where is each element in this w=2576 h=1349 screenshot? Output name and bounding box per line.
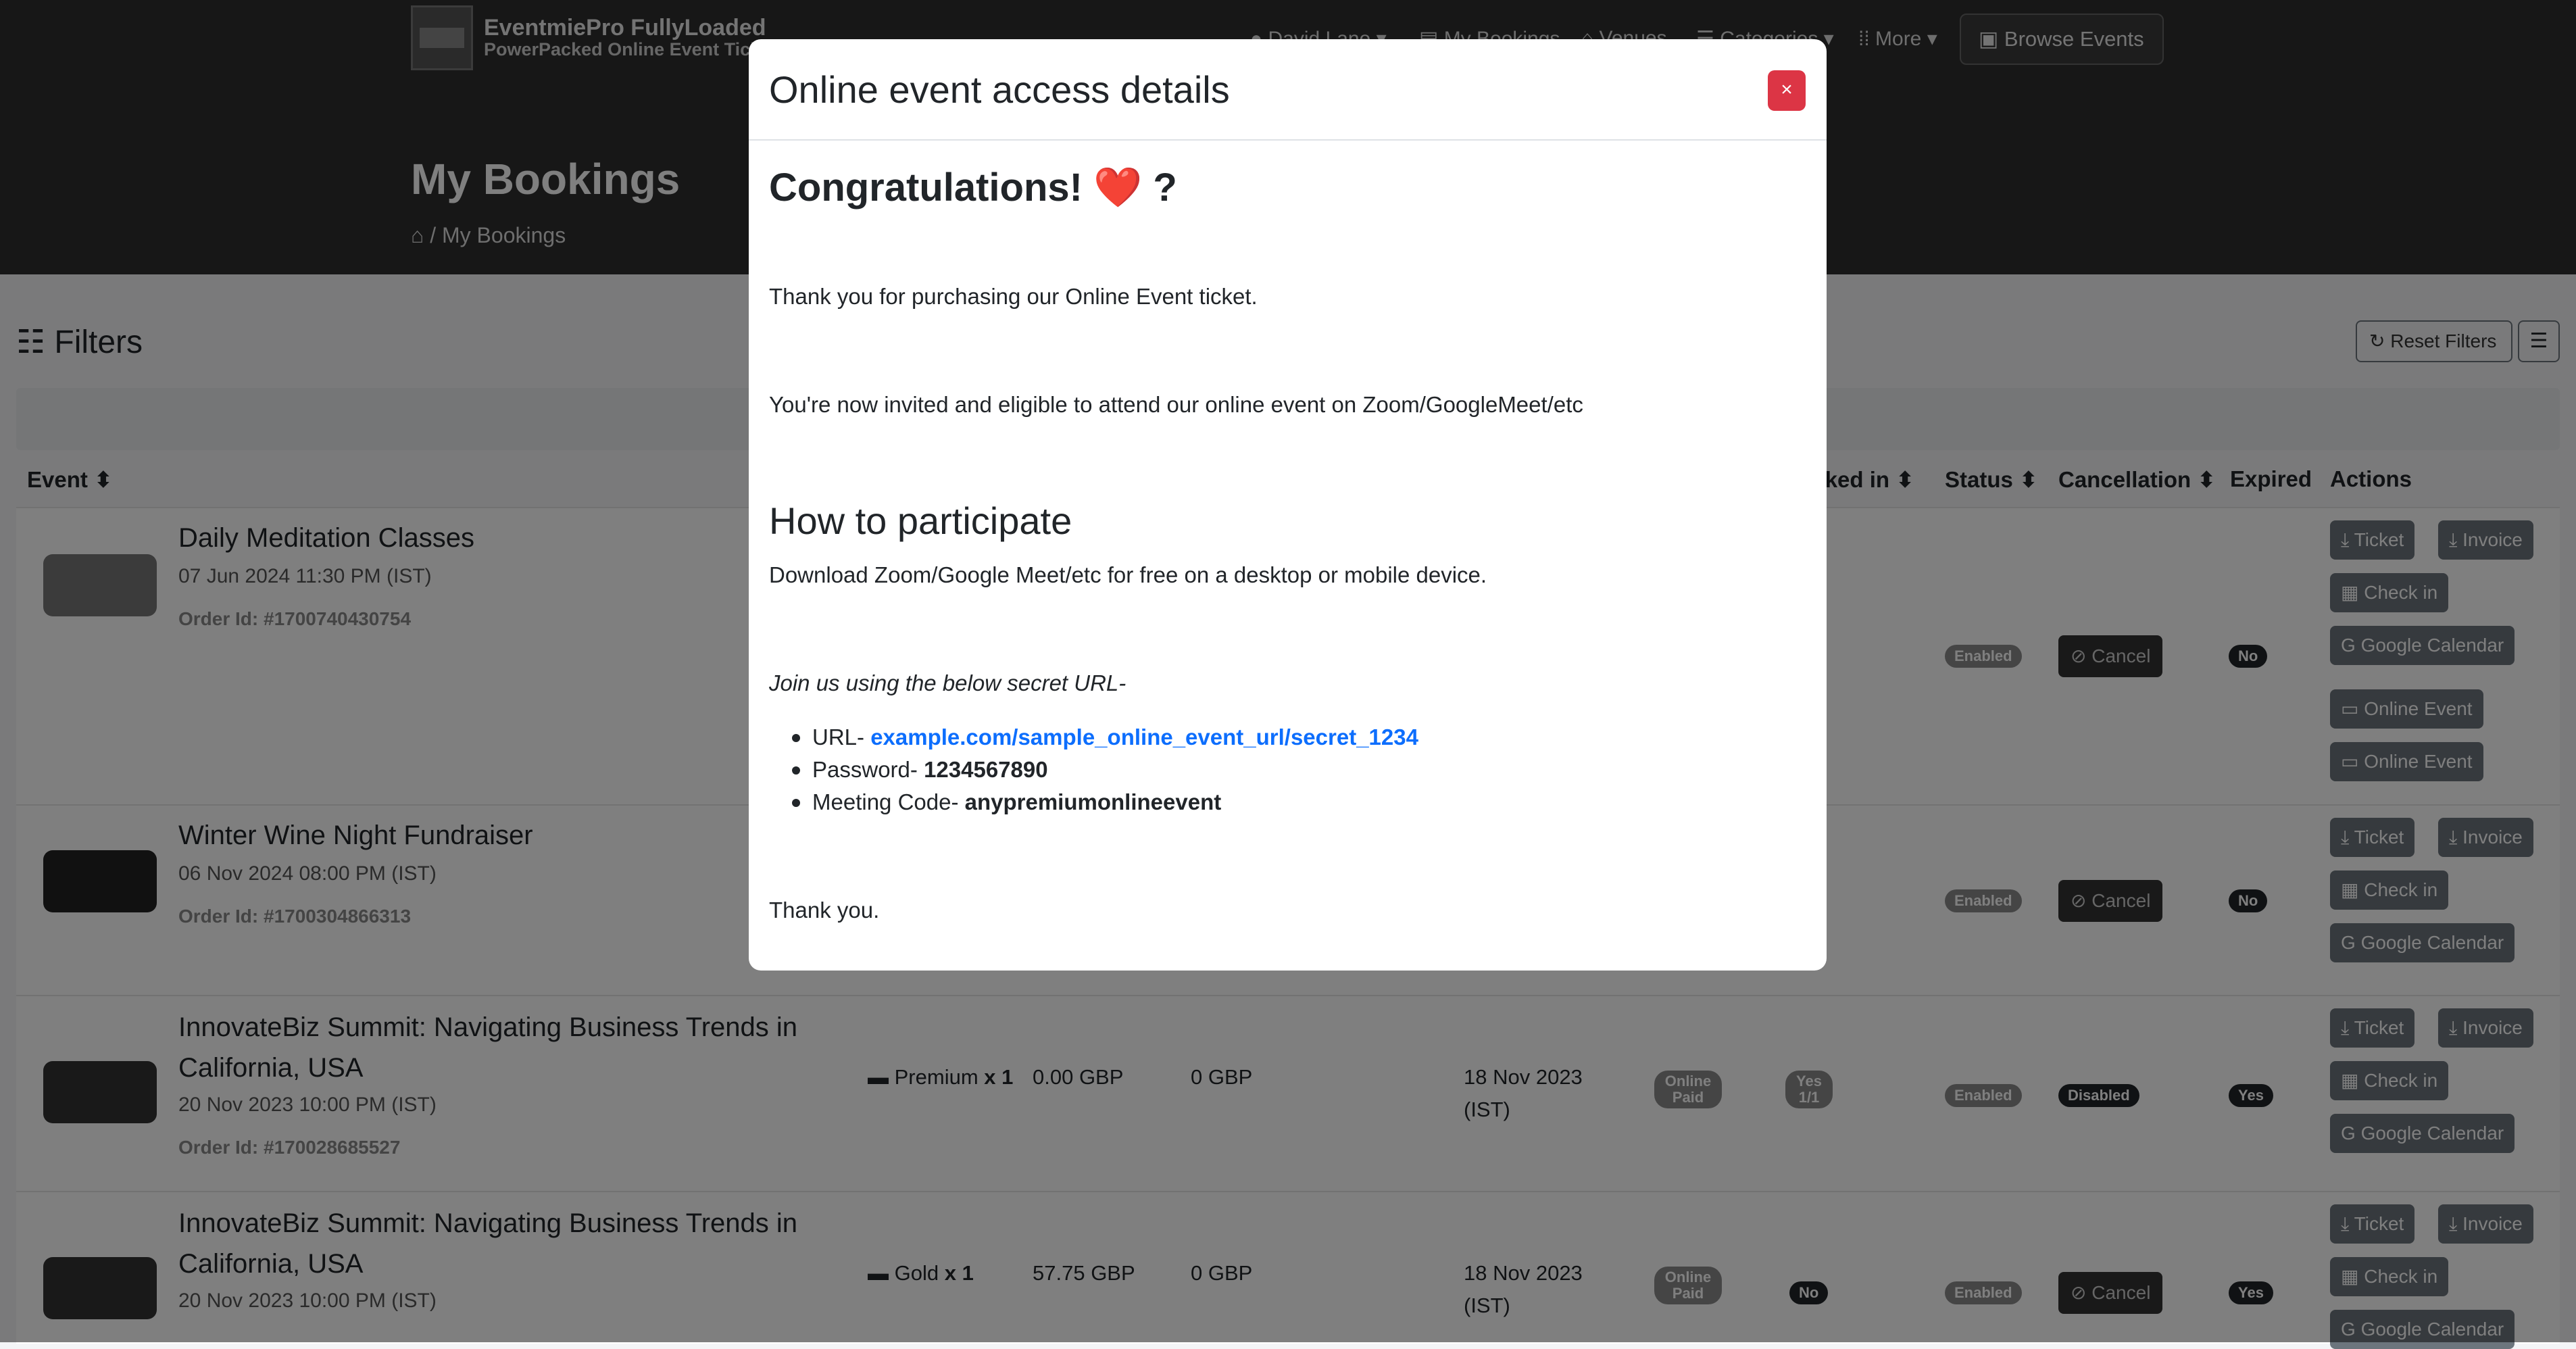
closing-thanks-text: Thank you. (769, 898, 880, 923)
modal-title: Online event access details (769, 68, 1230, 111)
url-list-item: URL- example.com/sample_online_event_url… (792, 725, 1418, 750)
secret-url-link[interactable]: example.com/sample_online_event_url/secr… (870, 725, 1418, 750)
invited-text: You're now invited and eligible to atten… (769, 392, 1583, 417)
meeting-code-value: anypremiumonlineevent (964, 789, 1222, 814)
download-instructions-text: Download Zoom/Google Meet/etc for free o… (769, 562, 1487, 587)
password-value: 1234567890 (924, 757, 1048, 782)
how-to-participate-heading: How to participate (769, 499, 1072, 542)
thank-you-purchase-text: Thank you for purchasing our Online Even… (769, 284, 1258, 309)
modal-header: Online event access details × (749, 39, 1827, 141)
close-button[interactable]: × (1768, 70, 1806, 111)
meeting-code-list-item: Meeting Code- anypremiumonlineevent (791, 789, 1222, 814)
close-icon: × (1781, 78, 1793, 101)
congratulations-heading: Congratulations! ❤️ ? (769, 166, 1177, 210)
secret-url-intro: Join us using the below secret URL- (769, 670, 1126, 695)
password-list-item: Password- 1234567890 (792, 757, 1048, 782)
online-event-modal: Online event access details × Congratula… (749, 39, 1827, 971)
